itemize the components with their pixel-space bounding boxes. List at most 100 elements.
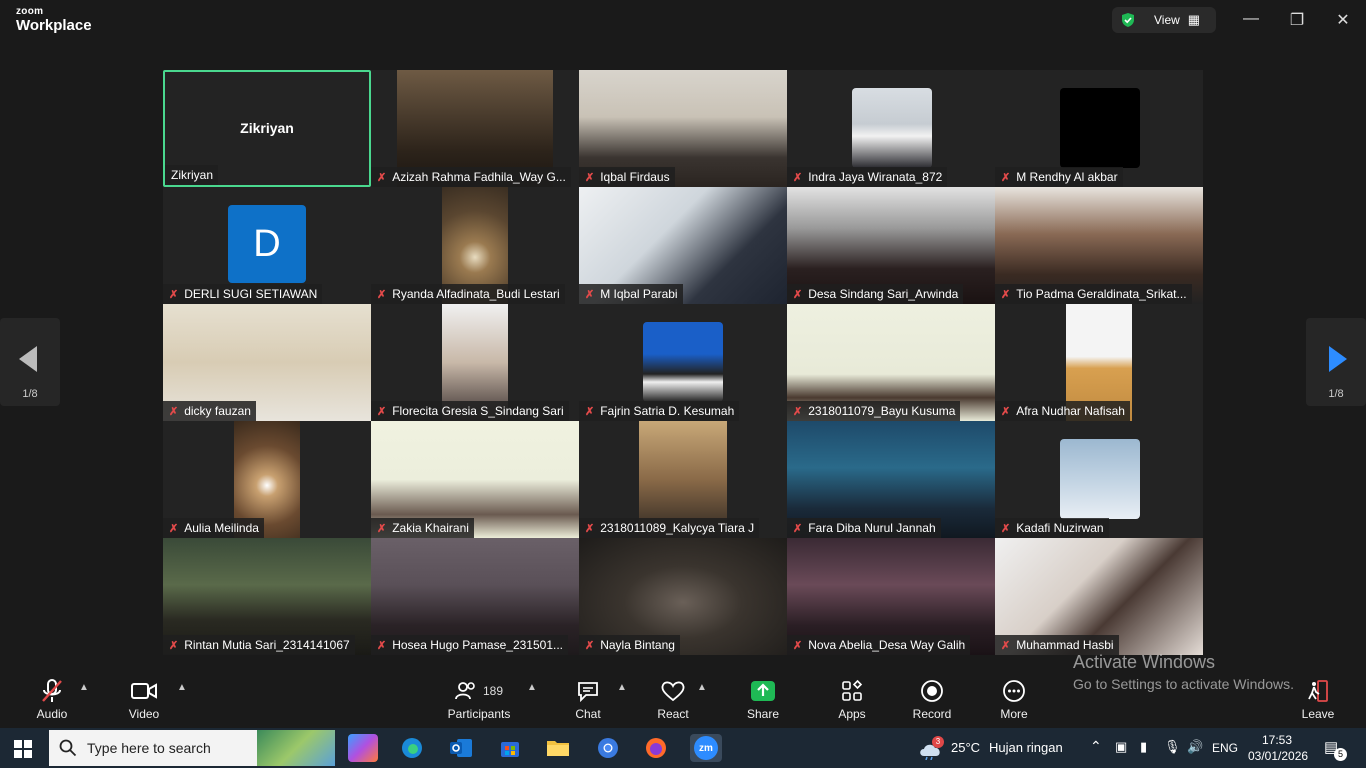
more-icon: [1003, 680, 1025, 702]
participant-tile[interactable]: ✗ Desa Sindang Sari_Arwinda: [787, 187, 995, 304]
participant-name: Azizah Rahma Fadhila_Way G...: [392, 170, 566, 184]
mic-muted-icon: ✗: [1001, 288, 1011, 301]
leave-button[interactable]: Leave: [1298, 678, 1338, 721]
participant-tile[interactable]: ✗ M Rendhy Al akbar: [995, 70, 1203, 187]
brand-top: zoom: [16, 6, 44, 17]
participant-tile[interactable]: ✗ 2318011089_Kalycya Tiara J: [579, 421, 787, 538]
chevron-up-icon[interactable]: ⌃: [1090, 738, 1102, 755]
mic-muted-icon: ✗: [169, 288, 179, 301]
participant-name-bar: ✗ Desa Sindang Sari_Arwinda: [787, 284, 964, 304]
watermark-line1: Activate Windows: [1073, 652, 1216, 672]
video-button[interactable]: Video: [122, 678, 166, 721]
taskbar-search-box[interactable]: Type here to search: [49, 730, 335, 766]
participant-tile[interactable]: ✗ Indra Jaya Wiranata_872: [787, 70, 995, 187]
participant-name: Zakia Khairani: [392, 521, 469, 535]
search-icon: [59, 739, 77, 757]
participant-tile[interactable]: ✗ Fajrin Satria D. Kesumah: [579, 304, 787, 421]
participant-tile[interactable]: ✗ M Iqbal Parabi: [579, 187, 787, 304]
participant-tile[interactable]: ✗ Zakia Khairani: [371, 421, 579, 538]
participant-tile[interactable]: ✗ Muhammad Hasbi: [995, 538, 1203, 655]
prev-page-button[interactable]: 1/8: [0, 318, 60, 406]
participant-name-bar: ✗ M Iqbal Parabi: [579, 284, 683, 304]
minimize-icon[interactable]: —: [1239, 10, 1263, 28]
share-button[interactable]: Share: [743, 678, 783, 721]
mic-muted-icon: ✗: [585, 288, 595, 301]
store-icon[interactable]: [495, 734, 525, 762]
record-button[interactable]: Record: [910, 678, 954, 721]
participant-name-bar: ✗ Iqbal Firdaus: [579, 167, 675, 187]
participant-tile[interactable]: ✗ Tio Padma Geraldinata_Srikat...: [995, 187, 1203, 304]
participant-tile[interactable]: ✗ Nova Abelia_Desa Way Galih: [787, 538, 995, 655]
participant-tile[interactable]: ✗ Azizah Rahma Fadhila_Way G...: [371, 70, 579, 187]
next-page-indicator: 1/8: [1328, 388, 1344, 400]
participant-tile[interactable]: ✗ Iqbal Firdaus: [579, 70, 787, 187]
view-button[interactable]: View ▦: [1112, 7, 1216, 33]
participant-tile[interactable]: Zikriyan Zikriyan: [163, 70, 371, 187]
apps-button[interactable]: Apps: [832, 678, 872, 721]
react-options-caret[interactable]: ▲: [697, 682, 707, 693]
arrow-right-icon: [1329, 346, 1347, 372]
participants-options-caret[interactable]: ▲: [527, 682, 537, 693]
windows-start-icon[interactable]: [14, 740, 32, 763]
participant-name-bar: ✗ 2318011089_Kalycya Tiara J: [579, 518, 760, 538]
video-label: Video: [128, 707, 160, 721]
mic-muted-icon: ✗: [793, 288, 803, 301]
brand-bottom: Workplace: [16, 17, 92, 34]
clock-time[interactable]: 17:53: [1262, 733, 1292, 747]
participant-tile[interactable]: ✗ Nayla Bintang: [579, 538, 787, 655]
mic-muted-icon: ✗: [377, 288, 387, 301]
zoom-taskbar-icon[interactable]: zm: [690, 734, 722, 762]
participant-tile[interactable]: ✗ Ryanda Alfadinata_Budi Lestari: [371, 187, 579, 304]
participant-name: Zikriyan: [171, 168, 214, 182]
restore-icon[interactable]: ❐: [1285, 10, 1309, 30]
mic-muted-icon: ✗: [1001, 522, 1011, 535]
edge-icon[interactable]: [397, 734, 427, 762]
language-indicator[interactable]: ENG: [1212, 741, 1238, 755]
mic-muted-icon: ✗: [585, 639, 595, 652]
clock-date[interactable]: 03/01/2026: [1248, 749, 1308, 763]
audio-options-caret[interactable]: ▲: [79, 682, 89, 693]
close-icon[interactable]: ✕: [1331, 10, 1355, 30]
more-label: More: [1000, 707, 1028, 721]
participant-name: Desa Sindang Sari_Arwinda: [808, 287, 959, 301]
chat-button[interactable]: Chat: [568, 678, 608, 721]
participant-name-bar: ✗ Rintan Mutia Sari_2314141067: [163, 635, 355, 655]
participant-tile[interactable]: D ✗ DERLI SUGI SETIAWAN: [163, 187, 371, 304]
outlook-icon[interactable]: [446, 734, 476, 762]
next-page-button[interactable]: 1/8: [1306, 318, 1366, 406]
react-button[interactable]: React: [652, 678, 694, 721]
mic-muted-icon: ✗: [377, 522, 387, 535]
participant-tile[interactable]: ✗ Aulia Meilinda: [163, 421, 371, 538]
meet-now-icon[interactable]: ▣: [1115, 739, 1127, 755]
grid-icon: ▦: [1187, 12, 1201, 27]
participant-tile[interactable]: ✗ Rintan Mutia Sari_2314141067: [163, 538, 371, 655]
participant-tile[interactable]: ✗ Afra Nudhar Nafisah: [995, 304, 1203, 421]
participant-name-bar: ✗ Hosea Hugo Pamase_231501...: [371, 635, 569, 655]
participant-tile[interactable]: ✗ Fara Diba Nurul Jannah: [787, 421, 995, 538]
chat-options-caret[interactable]: ▲: [617, 682, 627, 693]
more-button[interactable]: More: [994, 678, 1034, 721]
title-bar: zoom Workplace View ▦ — ❐ ✕: [0, 0, 1366, 42]
heart-icon: [661, 681, 685, 702]
participant-name: Kadafi Nuzirwan: [1016, 521, 1104, 535]
battery-icon[interactable]: ▮: [1140, 739, 1147, 755]
mic-muted-icon: ✗: [793, 405, 803, 418]
copilot-icon[interactable]: [348, 734, 378, 762]
firefox-icon[interactable]: [641, 734, 671, 762]
participant-name-bar: ✗ Florecita Gresia S_Sindang Sari: [371, 401, 569, 421]
participant-tile[interactable]: ✗ dicky fauzan: [163, 304, 371, 421]
chrome-icon[interactable]: [593, 734, 623, 762]
record-icon: [921, 680, 943, 702]
participant-name: Hosea Hugo Pamase_231501...: [392, 638, 564, 652]
participant-tile[interactable]: ✗ Hosea Hugo Pamase_231501...: [371, 538, 579, 655]
participant-tile[interactable]: ✗ Florecita Gresia S_Sindang Sari: [371, 304, 579, 421]
audio-button[interactable]: Audio: [30, 678, 74, 721]
microphone-icon[interactable]: 🎙: [1164, 739, 1181, 755]
speaker-icon[interactable]: 🔊: [1187, 739, 1203, 755]
mic-muted-icon: ✗: [793, 522, 803, 535]
participant-tile[interactable]: ✗ Kadafi Nuzirwan: [995, 421, 1203, 538]
participant-tile[interactable]: ✗ 2318011079_Bayu Kusuma: [787, 304, 995, 421]
participants-button[interactable]: 189 Participants: [447, 678, 511, 721]
video-options-caret[interactable]: ▲: [177, 682, 187, 693]
file-explorer-icon[interactable]: [543, 734, 573, 762]
